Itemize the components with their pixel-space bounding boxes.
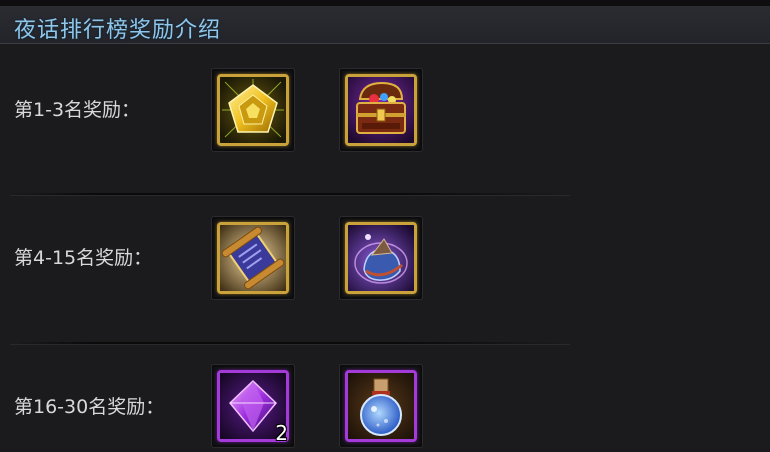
row-divider (10, 193, 570, 195)
item-frame (217, 222, 289, 294)
reward-slot-magic-scroll[interactable] (211, 216, 295, 300)
reward-slot-gold-emblem[interactable] (211, 68, 295, 152)
panel-title-bar: 夜话排行榜奖励介绍 (0, 6, 770, 44)
treasure-chest-icon (348, 77, 414, 143)
item-frame (345, 74, 417, 146)
magic-pouch-icon (348, 225, 414, 291)
item-frame (345, 370, 417, 442)
panel-title: 夜话排行榜奖励介绍 (14, 18, 222, 43)
rank-16-30-label: 第16-30名奖励： (14, 396, 165, 418)
item-count: 2 (275, 421, 288, 445)
blue-potion-bottle-icon (348, 373, 414, 439)
magic-scroll-icon (220, 225, 286, 291)
row-divider (10, 342, 570, 344)
rank-1-3-label: 第1-3名奖励： (14, 99, 141, 121)
reward-slot-treasure-chest[interactable] (339, 68, 423, 152)
rank-4-15-label: 第4-15名奖励： (14, 247, 153, 269)
item-frame (217, 74, 289, 146)
reward-slot-magic-pouch[interactable] (339, 216, 423, 300)
item-frame (345, 222, 417, 294)
reward-slot-blue-potion[interactable] (339, 364, 423, 448)
gold-pentagon-emblem-icon (220, 77, 286, 143)
reward-slot-purple-gem[interactable]: 2 (211, 364, 295, 448)
